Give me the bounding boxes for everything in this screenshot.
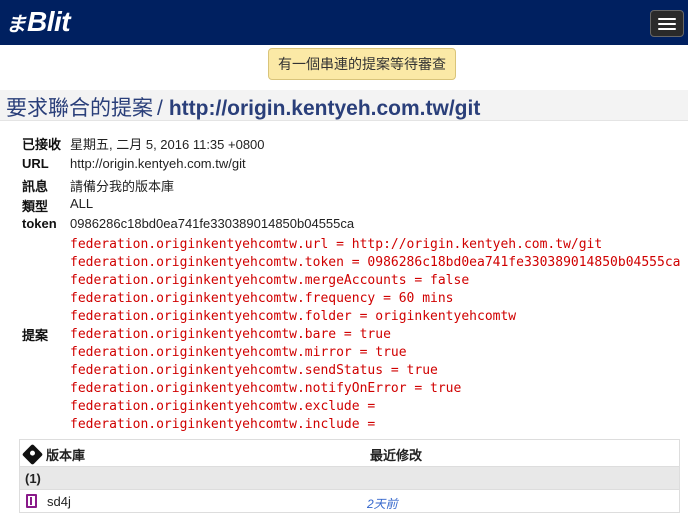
config-line: federation.originkentyehcomtw.sendStatus… — [70, 363, 438, 378]
brand-mark: ま — [6, 12, 26, 36]
notice-text: 有一個串連的提案等待審查 — [278, 56, 446, 72]
config-line: federation.originkentyehcomtw.include = — [70, 417, 376, 432]
type-value: ALL — [70, 196, 94, 211]
config-line: federation.originkentyehcomtw.notifyOnEr… — [70, 381, 462, 396]
url-value: http://origin.kentyeh.com.tw/git — [70, 156, 246, 171]
column-repository: 版本庫 — [21, 443, 86, 466]
repository-name[interactable]: sd4j — [47, 494, 71, 509]
menu-bar — [658, 22, 676, 25]
config-line: federation.originkentyehcomtw.frequency … — [70, 291, 454, 306]
brand-text: Blit — [27, 6, 71, 37]
page-title-url: http://origin.kentyeh.com.tw/git — [168, 97, 481, 120]
message-value: 請備分我的版本庫 — [70, 179, 175, 194]
menu-bar — [658, 17, 676, 20]
config-line: federation.originkentyehcomtw.mergeAccou… — [70, 273, 470, 288]
config-line: federation.originkentyehcomtw.mirror = t… — [70, 345, 407, 360]
repository-icon — [21, 443, 44, 466]
url-label: URL — [22, 156, 49, 171]
config-line: federation.originkentyehcomtw.exclude = — [70, 399, 376, 414]
last-modified-value: 2天前 — [367, 497, 398, 511]
menu-bar — [658, 27, 676, 30]
message-label: 訊息 — [22, 179, 49, 194]
proposal-config: federation.originkentyehcomtw.url = http… — [70, 236, 680, 434]
repository-table: 版本庫 最近修改 (1) sd4j 2天前 — [19, 439, 680, 513]
page-header: 要求聯合的提案 / http://origin.kentyeh.com.tw/git — [0, 90, 688, 121]
title-separator: / — [157, 97, 163, 120]
type-label: 類型 — [22, 199, 49, 214]
received-value: 星期五, 二月 5, 2016 11:35 +0800 — [70, 137, 265, 152]
page-title: 要求聯合的提案 / http://origin.kentyeh.com.tw/git — [6, 92, 480, 122]
config-line: federation.originkentyehcomtw.url = http… — [70, 237, 603, 252]
pending-proposal-notice[interactable]: 有一個串連的提案等待審查 — [268, 48, 456, 80]
proposal-label: 提案 — [22, 328, 49, 343]
column-last-modified: 最近修改 — [370, 448, 423, 463]
page-title-prefix: 要求聯合的提案 — [6, 97, 153, 120]
config-line: federation.originkentyehcomtw.folder = o… — [70, 309, 517, 324]
table-row[interactable]: sd4j 2天前 — [20, 490, 679, 512]
column-repository-label: 版本庫 — [46, 448, 86, 463]
top-navbar: ま Blit — [0, 0, 688, 45]
group-label: (1) — [25, 471, 41, 486]
received-label: 已接收 — [22, 137, 62, 152]
table-header: 版本庫 最近修改 — [20, 440, 679, 467]
config-line: federation.originkentyehcomtw.bare = tru… — [70, 327, 391, 342]
token-label: token — [22, 216, 57, 231]
book-icon — [26, 494, 37, 508]
group-row: (1) — [20, 467, 679, 490]
config-line: federation.originkentyehcomtw.token = 09… — [70, 255, 681, 270]
hamburger-icon[interactable] — [650, 10, 684, 37]
token-value: 0986286c18bd0ea741fe330389014850b04555ca — [70, 216, 355, 231]
brand-logo[interactable]: ま Blit — [6, 6, 71, 38]
